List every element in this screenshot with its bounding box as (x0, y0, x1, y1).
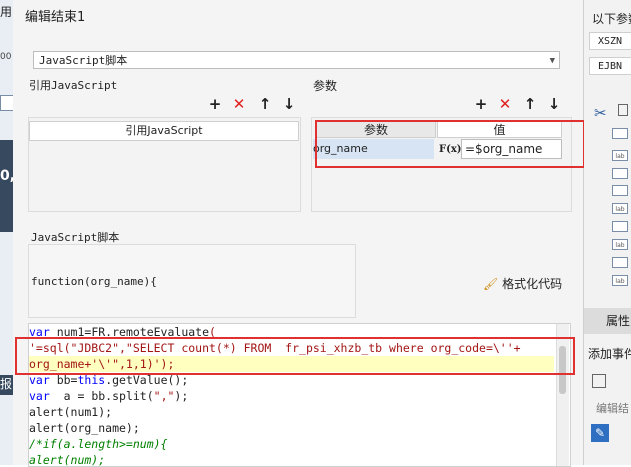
ref-js-panel: 引用JavaScript (28, 117, 301, 212)
text-widget-icon[interactable] (612, 168, 628, 179)
function-signature: function(org_name){ (31, 275, 157, 288)
script-type-select[interactable]: JavaScript脚本 ▼ (33, 51, 560, 69)
cut-icon[interactable]: ✂ (594, 104, 607, 122)
params-highlight-box (315, 120, 585, 168)
left-text-bao: 报 (0, 375, 13, 395)
add-icon[interactable]: + (207, 96, 223, 112)
move-up-icon[interactable]: ↑ (257, 96, 273, 112)
widget-icon-1[interactable] (612, 128, 628, 139)
edit-end-dialog: 编辑结束1 JavaScript脚本 ▼ 引用JavaScript 引用Java… (13, 0, 585, 467)
paste-icon[interactable] (592, 374, 606, 388)
add-event-label: 添加事件 (588, 347, 631, 361)
label-widget-icon-1[interactable]: lab (612, 150, 628, 161)
background-app-strip: 用 00 0, 报 (0, 0, 14, 465)
script-type-value: JavaScript脚本 (39, 54, 128, 67)
left-grid-icon (0, 95, 13, 111)
properties-tab[interactable]: 属性 (584, 308, 631, 334)
param-ejbn[interactable]: EJBN (589, 57, 631, 75)
label-widget-icon-3[interactable]: lab (612, 239, 628, 250)
dialog-title: 编辑结束1 (25, 10, 86, 25)
edit-pencil-icon[interactable]: ✎ (591, 424, 609, 442)
param-xszn[interactable]: XSZN (589, 32, 631, 50)
left-dark-block: 0, (0, 140, 13, 232)
ref-js-header: 引用JavaScript (29, 121, 299, 141)
right-panel: 以下参数 XSZN EJBN ✂ lab lab lab lab 属性 添加事件… (584, 0, 631, 465)
format-code-button[interactable]: 🖌 格式化代码 (483, 275, 562, 292)
move-down-icon[interactable]: ↓ (281, 96, 297, 112)
script-signature-panel: function(org_name){ (28, 244, 356, 318)
grid-widget-icon[interactable] (612, 185, 628, 196)
format-code-label: 格式化代码 (502, 277, 563, 291)
code-line-6: alert(num1); (29, 405, 113, 419)
code-line-7: alert(org_name); (29, 421, 140, 435)
delete-icon[interactable]: ✕ (231, 96, 247, 112)
params-move-up-icon[interactable]: ↑ (522, 96, 538, 112)
label-widget-icon-2[interactable]: lab (612, 203, 628, 214)
code-line-5: var a = bb.split(","); (29, 389, 189, 403)
params-move-down-icon[interactable]: ↓ (546, 96, 562, 112)
label-widget-icon-4[interactable]: lab (612, 275, 628, 286)
left-text-00: 00 (0, 52, 12, 62)
chevron-down-icon: ▼ (549, 56, 555, 66)
copy-icon[interactable] (618, 104, 628, 116)
edit-end-event-label[interactable]: 编辑结 (596, 400, 629, 416)
left-text-zero: 0, (0, 168, 14, 184)
params-add-icon[interactable]: + (473, 96, 489, 112)
left-glyph-top: 用 (0, 5, 13, 19)
dropdown-widget-icon-1[interactable] (612, 221, 628, 232)
brush-icon: 🖌 (483, 277, 499, 291)
params-label: 参数 (313, 79, 338, 93)
right-panel-header: 以下参数 (592, 12, 631, 26)
code-highlight-box (15, 337, 575, 375)
dropdown-widget-icon-2[interactable] (612, 257, 628, 268)
params-delete-icon[interactable]: ✕ (497, 96, 513, 112)
ref-js-label: 引用JavaScript (29, 79, 118, 92)
code-line-8: /*if(a.length>=num){ (29, 437, 168, 451)
script-label: JavaScript脚本 (31, 231, 120, 244)
